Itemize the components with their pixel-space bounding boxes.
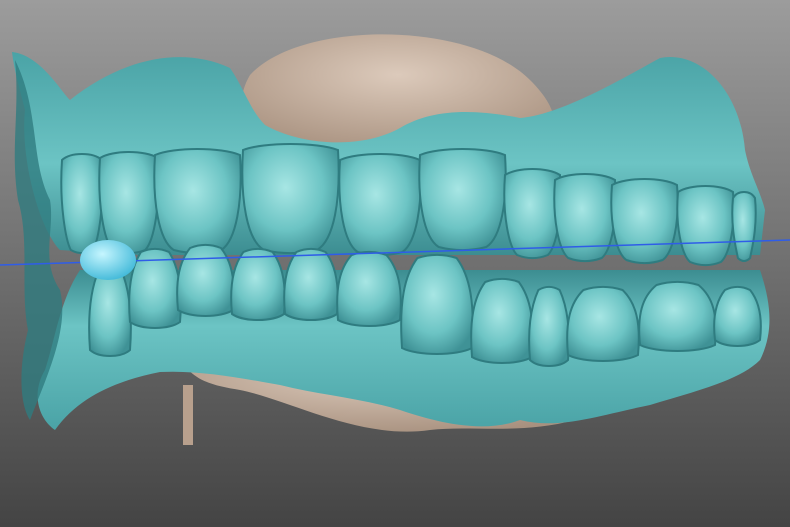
lower-tooth-12	[713, 286, 762, 347]
lower-tooth-1	[88, 266, 132, 357]
lower-tooth-9	[528, 286, 570, 367]
lower-tooth-7	[400, 254, 474, 355]
lower-tooth-5	[283, 248, 339, 321]
upper-tooth-2	[98, 151, 160, 254]
upper-tooth-11	[731, 191, 757, 262]
lower-tooth-8	[470, 278, 534, 364]
upper-tooth-1	[60, 153, 104, 254]
3d-viewport[interactable]	[0, 0, 790, 527]
lower-tooth-3	[176, 244, 235, 317]
lower-tooth-6	[336, 251, 402, 327]
upper-tooth-3	[153, 148, 242, 254]
upper-tooth-10	[676, 185, 735, 266]
dental-scan-scene[interactable]	[0, 0, 790, 527]
lower-tooth-4	[230, 248, 286, 321]
upper-tooth-8	[553, 173, 617, 262]
marker-sphere[interactable]	[80, 240, 136, 280]
upper-tooth-4	[241, 143, 340, 254]
upper-tooth-5	[338, 153, 422, 256]
lower-tooth-11	[638, 281, 717, 352]
upper-tooth-7	[503, 168, 562, 259]
palate-base-stub	[183, 385, 193, 445]
lower-tooth-10	[566, 286, 640, 362]
upper-tooth-9	[610, 178, 679, 264]
upper-tooth-6	[418, 148, 507, 251]
